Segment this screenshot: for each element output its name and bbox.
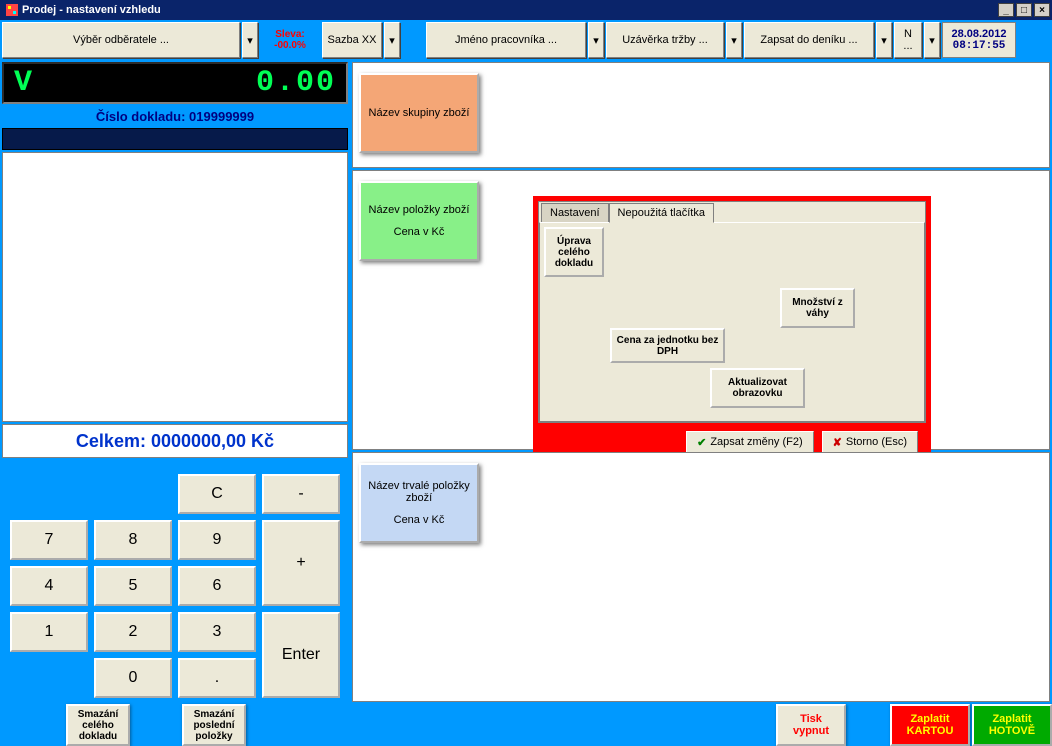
group-tile[interactable]: Název skupiny zboží (359, 73, 479, 153)
delete-whole-doc-button[interactable]: Smazání celého dokladu (66, 704, 130, 746)
dialog-body: Úprava celého dokladu Množství z váhy Ce… (539, 222, 925, 422)
permanent-item-tile[interactable]: Název trvalé položky zboží Cena v Kč (359, 463, 479, 543)
print-off-button[interactable]: Tisk vypnut (776, 704, 846, 746)
key-2[interactable]: 2 (94, 612, 172, 652)
discount-display: Sleva: -00.0% (260, 22, 320, 58)
rate-label: Sazba XX (328, 34, 377, 46)
employee-dropdown[interactable]: ▾ (588, 22, 604, 58)
key-dot[interactable]: . (178, 658, 256, 698)
save-changes-button[interactable]: ✔ Zapsat změny (F2) (686, 431, 814, 454)
left-panel: V 0.00 Číslo dokladu: 019999999 Celkem: … (0, 60, 350, 704)
cancel-label: Storno (Esc) (846, 436, 907, 448)
btn-unit-price-no-vat[interactable]: Cena za jednotku bez DPH (610, 328, 725, 363)
right-panel: Název skupiny zboží Název položky zboží … (350, 60, 1052, 704)
top-toolbar: Výběr odběratele ... ▾ Sleva: -00.0% Saz… (0, 20, 1052, 60)
items-area[interactable]: Název položky zboží Cena v Kč Nastavení … (352, 170, 1050, 450)
datetime-box: 28.08.2012 08:17:55 (942, 22, 1016, 58)
display: V 0.00 (2, 62, 348, 104)
closing-button[interactable]: Uzávěrka tržby ... (606, 22, 724, 58)
employee-label: Jméno pracovníka ... (455, 34, 557, 46)
key-8[interactable]: 8 (94, 520, 172, 560)
key-1[interactable]: 1 (10, 612, 88, 652)
cancel-button[interactable]: ✘ Storno (Esc) (822, 431, 918, 454)
key-7[interactable]: 7 (10, 520, 88, 560)
display-symbol: V (14, 66, 32, 100)
cancel-icon: ✘ (833, 436, 842, 449)
groups-area[interactable]: Název skupiny zboží (352, 62, 1050, 168)
close-button[interactable]: × (1034, 3, 1050, 17)
window-title: Prodej - nastavení vzhledu (22, 4, 996, 16)
key-c[interactable]: C (178, 474, 256, 514)
keypad: C - 7 8 9 + 4 5 6 1 2 3 Enter 0 . (2, 470, 348, 702)
dialog-tabs: Nastavení Nepoužitá tlačítka (541, 203, 714, 223)
item-tile[interactable]: Název položky zboží Cena v Kč (359, 181, 479, 261)
settings-dialog: Nastavení Nepoužitá tlačítka Úprava celé… (533, 196, 931, 469)
document-number: Číslo dokladu: 019999999 (2, 106, 348, 126)
journal-button[interactable]: Zapsat do deníku ... (744, 22, 874, 58)
permanent-items-area[interactable]: Název trvalé položky zboží Cena v Kč (352, 452, 1050, 702)
save-label: Zapsat změny (F2) (710, 436, 802, 448)
btn-qty-from-scale[interactable]: Množství z váhy (780, 288, 855, 328)
item-tile-name: Název položky zboží (369, 204, 470, 216)
closing-dropdown[interactable]: ▾ (726, 22, 742, 58)
time-label: 08:17:55 (953, 40, 1006, 52)
key-3[interactable]: 3 (178, 612, 256, 652)
employee-select-button[interactable]: Jméno pracovníka ... (426, 22, 586, 58)
btn-edit-document[interactable]: Úprava celého dokladu (544, 227, 604, 277)
key-minus[interactable]: - (262, 474, 340, 514)
total-display: Celkem: 0000000,00 Kč (2, 424, 348, 458)
date-label: 28.08.2012 (951, 28, 1006, 40)
key-plus[interactable]: + (262, 520, 340, 606)
spacer (402, 22, 424, 58)
key-6[interactable]: 6 (178, 566, 256, 606)
n-button[interactable]: N ... (894, 22, 922, 58)
customer-select-button[interactable]: Výběr odběratele ... (2, 22, 240, 58)
perm-tile-price: Cena v Kč (394, 514, 445, 526)
display-value: 0.00 (256, 66, 336, 100)
check-icon: ✔ (697, 436, 706, 449)
discount-value: -00.0% (274, 40, 306, 51)
key-9[interactable]: 9 (178, 520, 256, 560)
minimize-button[interactable]: _ (998, 3, 1014, 17)
tab-settings[interactable]: Nastavení (541, 203, 609, 223)
tab-unused-buttons[interactable]: Nepoužitá tlačítka (609, 203, 714, 223)
footer-bar: Smazání celého dokladu Smazání poslední … (0, 704, 1052, 746)
items-list[interactable] (2, 152, 348, 422)
journal-dropdown[interactable]: ▾ (876, 22, 892, 58)
rate-dropdown[interactable]: ▾ (384, 22, 400, 58)
closing-label: Uzávěrka tržby ... (622, 34, 708, 46)
maximize-button[interactable]: □ (1016, 3, 1032, 17)
n-dropdown[interactable]: ▾ (924, 22, 940, 58)
pay-cash-button[interactable]: Zaplatit HOTOVĚ (972, 704, 1052, 746)
pay-card-button[interactable]: Zaplatit KARTOU (890, 704, 970, 746)
key-4[interactable]: 4 (10, 566, 88, 606)
delete-last-item-button[interactable]: Smazání poslední položky (182, 704, 246, 746)
header-bar (2, 128, 348, 150)
customer-label: Výběr odběratele ... (73, 34, 169, 46)
discount-label: Sleva: (275, 29, 304, 40)
journal-label: Zapsat do deníku ... (760, 34, 857, 46)
n-label: N ... (899, 28, 917, 52)
key-5[interactable]: 5 (94, 566, 172, 606)
title-bar: Prodej - nastavení vzhledu _ □ × (0, 0, 1052, 20)
group-tile-label: Název skupiny zboží (369, 107, 470, 119)
btn-refresh-screen[interactable]: Aktualizovat obrazovku (710, 368, 805, 408)
perm-tile-name: Název trvalé položky zboží (361, 480, 477, 504)
item-tile-price: Cena v Kč (394, 226, 445, 238)
rate-button[interactable]: Sazba XX (322, 22, 382, 58)
key-0[interactable]: 0 (94, 658, 172, 698)
customer-dropdown[interactable]: ▾ (242, 22, 258, 58)
key-enter[interactable]: Enter (262, 612, 340, 698)
app-icon (5, 3, 19, 17)
